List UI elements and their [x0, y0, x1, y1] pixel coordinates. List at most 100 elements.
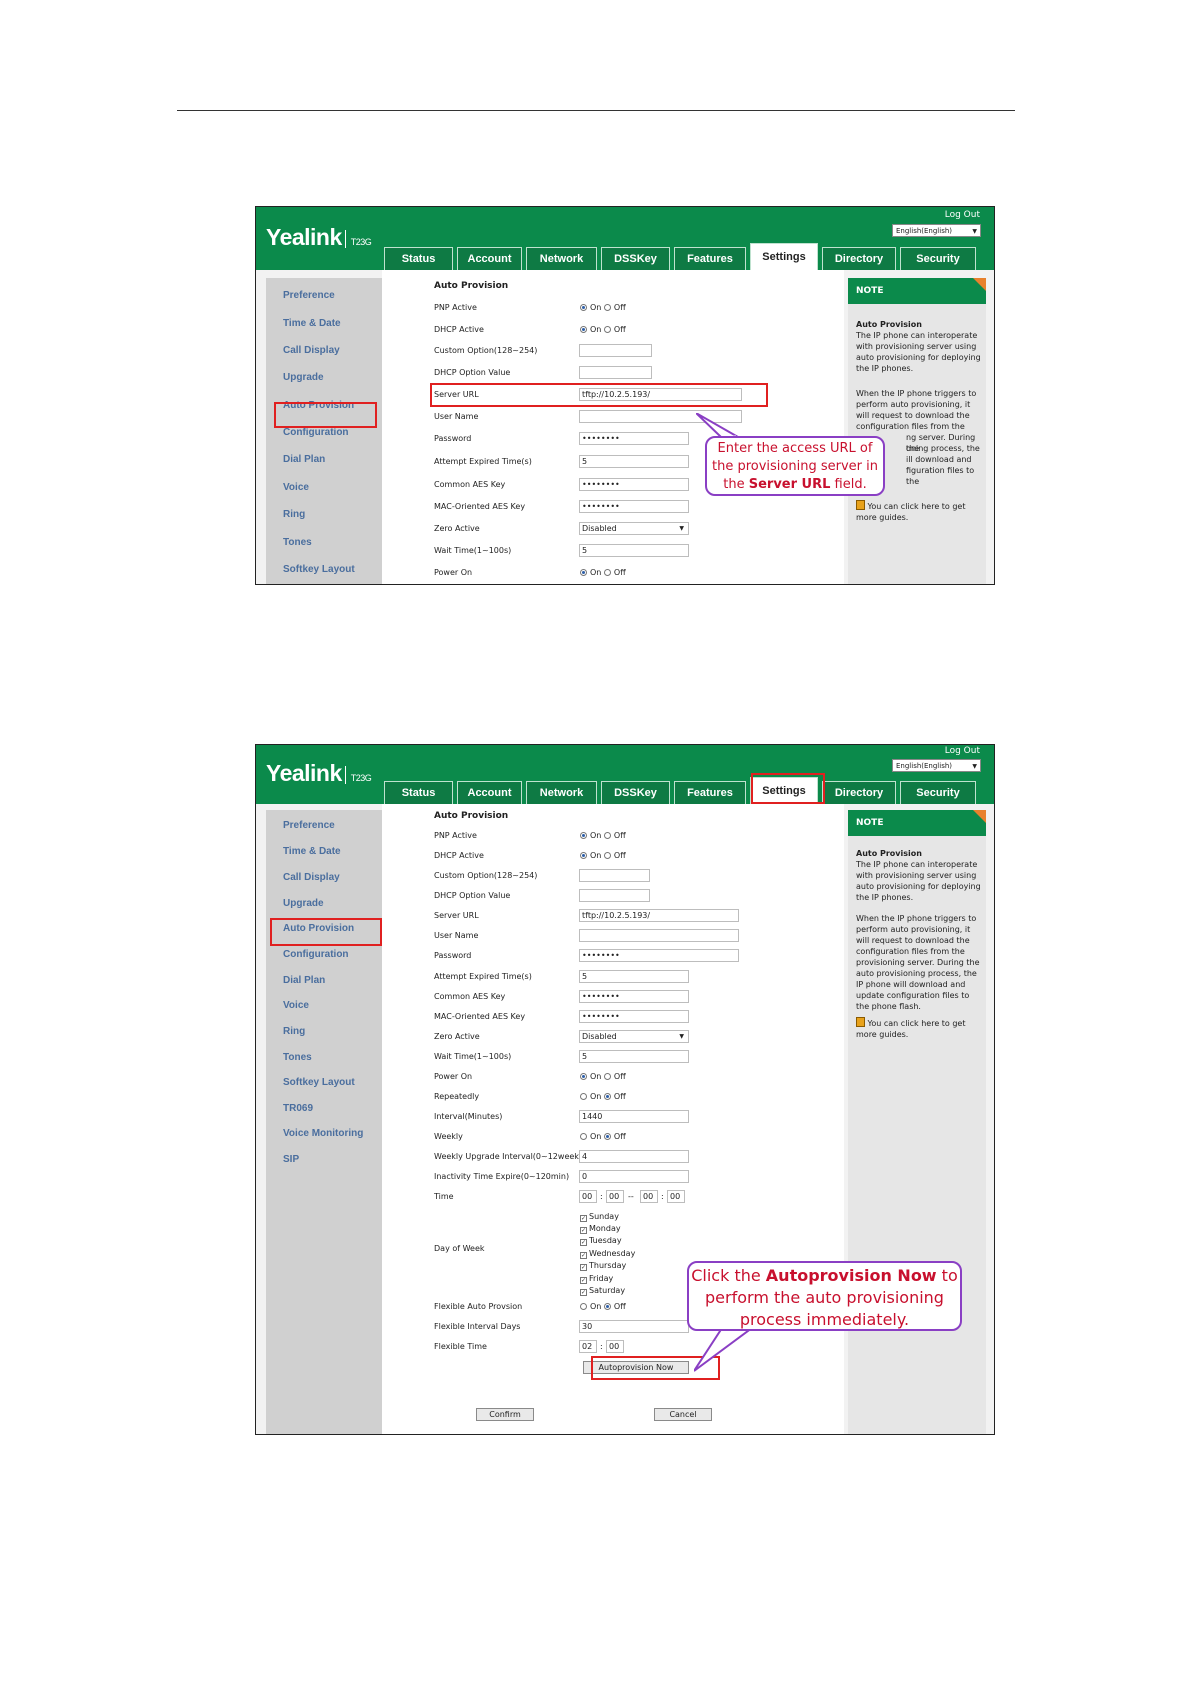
language-select[interactable]: English(English) ▼ [892, 224, 981, 237]
dhcp-option-value-input[interactable] [579, 366, 652, 379]
sidebar-item-call-display[interactable]: Call Display [283, 872, 340, 883]
dhcp-option-value-label: DHCP Option Value [434, 368, 511, 377]
logout-link[interactable]: Log Out [945, 746, 980, 756]
tab-features[interactable]: Features [674, 781, 746, 804]
sidebar-item-time-date[interactable]: Time & Date [283, 318, 341, 329]
tab-account[interactable]: Account [457, 781, 522, 804]
sidebar-item-softkey-layout[interactable]: Softkey Layout [283, 1077, 355, 1088]
sidebar-item-dial-plan[interactable]: Dial Plan [283, 975, 325, 986]
tab-security[interactable]: Security [900, 781, 976, 804]
tab-features[interactable]: Features [674, 247, 746, 270]
flexible-days-input[interactable]: 30 [579, 1320, 689, 1333]
time-start-hour[interactable]: 00 [579, 1190, 597, 1203]
sidebar-item-preference[interactable]: Preference [283, 290, 335, 301]
custom-option-input[interactable] [579, 344, 652, 357]
wait-time-input[interactable]: 5 [579, 1050, 689, 1063]
flexible-time-hour[interactable]: 02 [579, 1340, 597, 1353]
sidebar-item-ring[interactable]: Ring [283, 1026, 305, 1037]
sidebar-item-call-display[interactable]: Call Display [283, 345, 340, 356]
day-checkbox-saturday[interactable]: ✓ Saturday [580, 1286, 625, 1296]
sidebar-item-voice-monitoring[interactable]: Voice Monitoring [283, 1128, 363, 1139]
tab-status[interactable]: Status [384, 247, 453, 270]
sidebar-item-tones[interactable]: Tones [283, 1052, 312, 1063]
sidebar-item-softkey-layout[interactable]: Softkey Layout [283, 564, 355, 575]
time-end-minute[interactable]: 00 [667, 1190, 685, 1203]
password-input[interactable]: •••••••• [579, 949, 739, 962]
dhcp-option-value-input[interactable] [579, 889, 650, 902]
logout-link[interactable]: Log Out [945, 210, 980, 220]
sidebar-item-sip[interactable]: SIP [283, 1154, 299, 1165]
repeatedly-radio[interactable]: On Off [580, 1092, 626, 1101]
mac-aes-input[interactable]: •••••••• [579, 1010, 689, 1023]
sidebar-item-voice[interactable]: Voice [283, 482, 309, 493]
tab-directory[interactable]: Directory [822, 247, 896, 270]
note-text-6: figuration files to the [906, 466, 975, 486]
cancel-button[interactable]: Cancel [654, 1408, 712, 1421]
highlight-auto-provision [274, 402, 377, 428]
sidebar-item-ring[interactable]: Ring [283, 509, 305, 520]
tab-network[interactable]: Network [526, 247, 597, 270]
dhcp-active-radio[interactable]: On Off [580, 851, 626, 860]
pnp-active-radio[interactable]: On Off [580, 831, 626, 840]
sidebar-item-tones[interactable]: Tones [283, 537, 312, 548]
sidebar-item-configuration[interactable]: Configuration [283, 949, 349, 960]
day-checkbox-monday[interactable]: ✓ Monday [580, 1224, 621, 1234]
user-name-input[interactable] [579, 929, 739, 942]
book-icon [856, 500, 865, 510]
dhcp-active-radio[interactable]: On Off [580, 325, 626, 334]
sidebar-item-upgrade[interactable]: Upgrade [283, 372, 324, 383]
tab-directory[interactable]: Directory [822, 781, 896, 804]
sidebar-item-dial-plan[interactable]: Dial Plan [283, 454, 325, 465]
note-guide-link[interactable]: You can click here to get more guides. [856, 500, 982, 523]
tab-settings[interactable]: Settings [750, 243, 818, 270]
day-checkbox-thursday[interactable]: ✓ Thursday [580, 1261, 626, 1271]
day-checkbox-tuesday[interactable]: ✓ Tuesday [580, 1236, 622, 1246]
tab-security[interactable]: Security [900, 247, 976, 270]
callout-autoprovision-now: Click the Autoprovision Now to perform t… [687, 1261, 962, 1331]
sidebar-item-configuration[interactable]: Configuration [283, 427, 349, 438]
zero-active-select[interactable]: Disabled ▼ [579, 1030, 689, 1043]
password-input[interactable]: •••••••• [579, 432, 689, 445]
time-separator: : [600, 1192, 603, 1201]
zero-active-select[interactable]: Disabled ▼ [579, 522, 689, 535]
day-checkbox-wednesday[interactable]: ✓ Wednesday [580, 1249, 635, 1259]
sidebar-item-preference[interactable]: Preference [283, 820, 335, 831]
day-checkbox-friday[interactable]: ✓ Friday [580, 1274, 613, 1284]
tab-dsskey[interactable]: DSSKey [601, 781, 670, 804]
wait-time-input[interactable]: 5 [579, 544, 689, 557]
sidebar-item-time-date[interactable]: Time & Date [283, 846, 341, 857]
attempt-expired-input[interactable]: 5 [579, 455, 689, 468]
attempt-expired-input[interactable]: 5 [579, 970, 689, 983]
tab-network[interactable]: Network [526, 781, 597, 804]
time-end-hour[interactable]: 00 [640, 1190, 658, 1203]
book-icon [856, 1017, 865, 1027]
inactivity-input[interactable]: 0 [579, 1170, 689, 1183]
pnp-active-radio[interactable]: On Off [580, 303, 626, 312]
power-on-radio[interactable]: On Off [580, 568, 626, 577]
language-select[interactable]: English(English) ▼ [892, 759, 981, 772]
weekly-radio[interactable]: On Off [580, 1132, 626, 1141]
sidebar-item-upgrade[interactable]: Upgrade [283, 898, 324, 909]
tab-account[interactable]: Account [457, 247, 522, 270]
note-text: Auto Provision The IP phone can interoper… [856, 849, 981, 902]
common-aes-input[interactable]: •••••••• [579, 990, 689, 1003]
sidebar-item-tr069[interactable]: TR069 [283, 1103, 313, 1114]
tab-status[interactable]: Status [384, 781, 453, 804]
note-text-2: When the IP phone triggers to perform au… [856, 914, 980, 1011]
time-start-minute[interactable]: 00 [606, 1190, 624, 1203]
flexible-auto-radio[interactable]: On Off [580, 1302, 626, 1311]
common-aes-input[interactable]: •••••••• [579, 478, 689, 491]
flexible-time-minute[interactable]: 00 [606, 1340, 624, 1353]
power-on-radio[interactable]: On Off [580, 1072, 626, 1081]
weekly-interval-input[interactable]: 4 [579, 1150, 689, 1163]
note-guide-link[interactable]: You can click here to get more guides. [856, 1017, 982, 1040]
confirm-button[interactable]: Confirm [476, 1408, 534, 1421]
interval-input[interactable]: 1440 [579, 1110, 689, 1123]
mac-aes-input[interactable]: •••••••• [579, 500, 689, 513]
custom-option-input[interactable] [579, 869, 650, 882]
sidebar-item-voice[interactable]: Voice [283, 1000, 309, 1011]
day-checkbox-sunday[interactable]: ✓ Sunday [580, 1212, 619, 1222]
tab-dsskey[interactable]: DSSKey [601, 247, 670, 270]
server-url-input[interactable]: tftp://10.2.5.193/ [579, 909, 739, 922]
highlight-server-url [430, 383, 768, 407]
